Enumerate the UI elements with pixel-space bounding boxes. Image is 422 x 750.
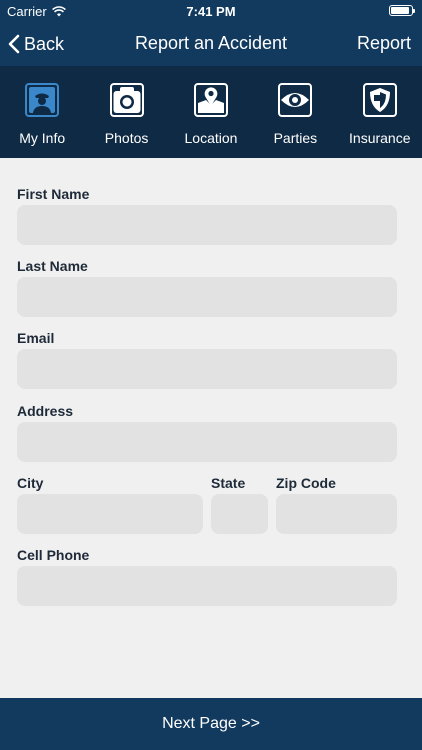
zip-code-label: Zip Code xyxy=(276,475,336,491)
city-label: City xyxy=(17,475,44,491)
address-label: Address xyxy=(17,403,74,419)
last-name-field[interactable] xyxy=(17,277,397,317)
cell-phone-field[interactable] xyxy=(17,566,397,606)
tab-location[interactable]: Location xyxy=(169,66,253,158)
battery-fill xyxy=(391,7,409,14)
tab-parties[interactable]: Parties xyxy=(253,66,337,158)
tab-bar: My Info Photos Location Parties Insuranc… xyxy=(0,66,422,158)
driver-icon xyxy=(25,83,60,117)
state-label: State xyxy=(211,475,246,491)
cell-phone-label: Cell Phone xyxy=(17,547,90,563)
eye-icon xyxy=(278,83,313,117)
nav-bar: Back Report an Accident Report xyxy=(0,22,422,66)
last-name-label: Last Name xyxy=(17,258,88,274)
address-field[interactable] xyxy=(17,422,397,462)
app-screen: Carrier 7:41 PM Back Report an Accident xyxy=(0,0,422,750)
status-time: 7:41 PM xyxy=(186,4,236,19)
email-field[interactable] xyxy=(17,349,397,389)
header: Carrier 7:41 PM Back Report an Accident xyxy=(0,0,422,66)
state-field[interactable] xyxy=(211,494,268,534)
tab-label: My Info xyxy=(19,130,66,146)
city-field[interactable] xyxy=(17,494,203,534)
zip-code-field[interactable] xyxy=(276,494,397,534)
tab-insurance[interactable]: Insurance xyxy=(338,66,422,158)
tab-label: Location xyxy=(184,130,238,146)
first-name-label: First Name xyxy=(17,186,90,202)
report-button[interactable]: Report xyxy=(357,33,411,54)
tab-label: Insurance xyxy=(349,130,411,146)
tab-label: Photos xyxy=(104,130,149,146)
tab-photos[interactable]: Photos xyxy=(84,66,168,158)
shield-icon xyxy=(362,83,397,117)
battery-icon xyxy=(389,5,415,16)
tab-my-info[interactable]: My Info xyxy=(0,66,84,158)
status-bar: Carrier 7:41 PM xyxy=(0,0,422,22)
first-name-field[interactable] xyxy=(17,205,397,245)
camera-icon xyxy=(109,83,144,117)
map-pin-icon xyxy=(193,83,228,117)
next-page-button[interactable]: Next Page >> xyxy=(0,698,422,750)
email-label: Email xyxy=(17,330,55,346)
tab-label: Parties xyxy=(273,130,318,146)
